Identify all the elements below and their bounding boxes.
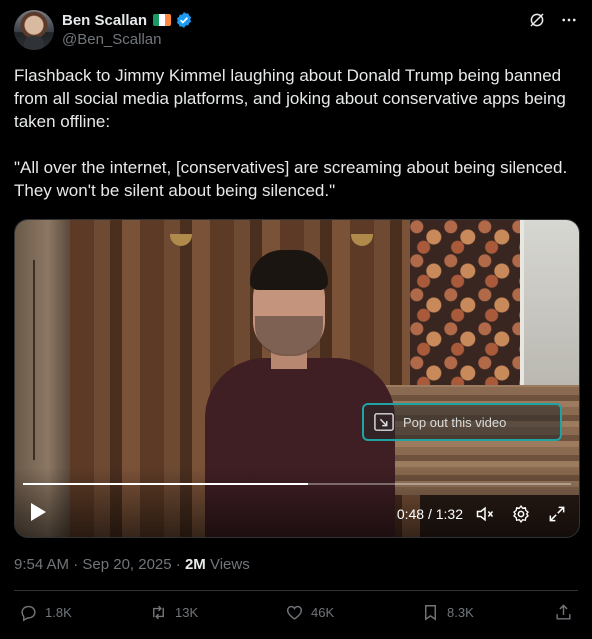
settings-gear-icon[interactable] xyxy=(511,504,531,524)
header-actions xyxy=(528,10,578,30)
pop-out-icon xyxy=(374,413,394,431)
video-time: 0:48 / 1:32 xyxy=(396,506,463,522)
bookmark-button[interactable]: 8.3K xyxy=(421,603,474,622)
pop-out-video-button[interactable]: Pop out this video xyxy=(362,403,562,441)
video-frame xyxy=(15,220,579,537)
share-icon xyxy=(556,604,571,620)
repost-icon xyxy=(153,605,164,620)
bookmark-icon xyxy=(425,605,436,621)
tweet-meta: 9:54 AM · Sep 20, 2025 · 2M Views xyxy=(14,556,250,573)
video-controls: 0:48 / 1:32 xyxy=(15,493,579,537)
repost-button[interactable]: 13K xyxy=(149,603,198,622)
more-icon[interactable] xyxy=(560,11,578,29)
reply-icon xyxy=(21,605,36,622)
video-player[interactable]: Pop out this video 0:48 / 1:32 xyxy=(14,219,580,538)
pop-out-label: Pop out this video xyxy=(403,414,507,430)
verified-badge-icon[interactable] xyxy=(175,11,193,29)
author-name-row: Ben Scallan xyxy=(62,10,193,30)
fullscreen-icon[interactable] xyxy=(547,504,567,524)
tweet-header: Ben Scallan @Ben_Scallan xyxy=(14,10,578,50)
tweet-timestamp[interactable]: 9:54 AM · Sep 20, 2025 · xyxy=(14,556,185,573)
mute-icon[interactable] xyxy=(475,504,495,524)
grok-icon[interactable] xyxy=(528,11,546,29)
share-button[interactable] xyxy=(554,603,573,622)
views-count: 2M xyxy=(184,556,206,573)
author-handle[interactable]: @Ben_Scallan xyxy=(62,31,161,48)
bookmark-count: 8.3K xyxy=(447,605,474,620)
play-icon[interactable] xyxy=(29,502,47,522)
tweet-text: Flashback to Jimmy Kimmel laughing about… xyxy=(14,66,568,200)
video-progress-fill xyxy=(23,483,308,485)
reply-button[interactable]: 1.8K xyxy=(19,603,72,622)
reply-count: 1.8K xyxy=(45,605,72,620)
author-display-name[interactable]: Ben Scallan xyxy=(62,12,147,29)
repost-count: 13K xyxy=(175,605,199,620)
avatar[interactable] xyxy=(14,10,54,50)
views-label: Views xyxy=(205,556,250,573)
like-count: 46K xyxy=(311,605,335,620)
tweet-actions: 1.8K 13K 46K 8.3K xyxy=(14,603,578,625)
divider xyxy=(14,590,578,591)
heart-icon xyxy=(286,605,303,620)
video-progress-bar[interactable] xyxy=(23,483,571,485)
like-button[interactable]: 46K xyxy=(285,603,334,622)
ireland-flag-icon xyxy=(153,14,172,26)
